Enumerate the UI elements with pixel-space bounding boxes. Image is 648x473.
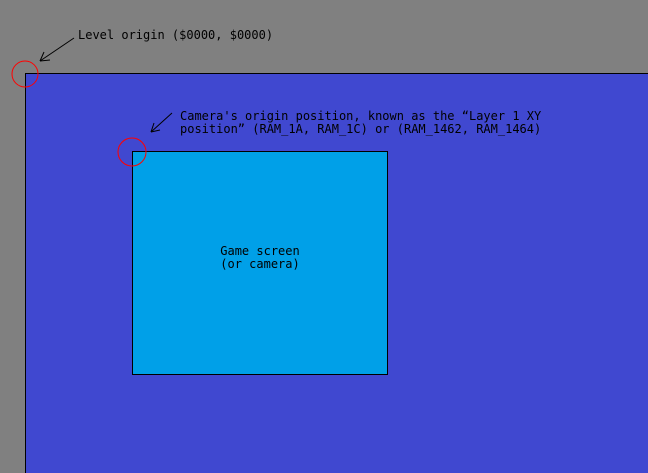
level-origin-arrow-icon [39,37,75,62]
game-screen-label-line-2: (or camera) [220,257,300,271]
diagram-canvas: Game screen (or camera) Level origin ($0… [0,0,648,473]
game-screen-box: Game screen (or camera) [132,151,388,375]
game-screen-label: Game screen (or camera) [133,245,387,271]
level-origin-label: Level origin ($0000, $0000) [78,28,274,42]
camera-origin-label-line-2: position” (RAM_1A, RAM_1C) or (RAM_1462,… [180,122,542,136]
